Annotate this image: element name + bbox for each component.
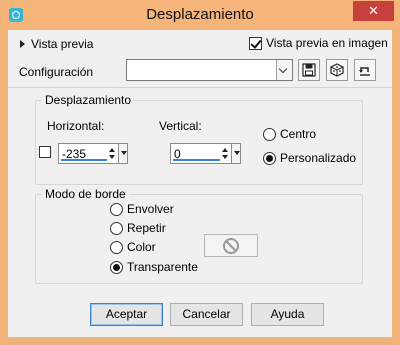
edge-option-label: Transparente (127, 260, 198, 274)
randomize-button[interactable] (326, 59, 348, 81)
link-checkbox[interactable] (39, 146, 51, 158)
radio-off-icon (263, 127, 276, 141)
edge-mode-group: Modo de borde (35, 187, 363, 284)
radio-off-icon (110, 202, 123, 216)
focus-underline (173, 159, 220, 161)
spin-up-down-icon[interactable] (109, 145, 118, 162)
preview-in-image-checkbox[interactable]: Vista previa en imagen (249, 36, 388, 50)
radio-center-label: Centro (280, 127, 317, 141)
horizontal-label: Horizontal: (47, 119, 105, 133)
slider-dropdown-icon[interactable] (231, 144, 240, 163)
spin-up-down-icon[interactable] (222, 145, 231, 162)
config-label: Configuración (19, 65, 94, 79)
dice-icon (330, 63, 344, 77)
vertical-label: Vertical: (159, 119, 202, 133)
radio-color[interactable]: Color (110, 240, 156, 254)
focus-underline (61, 159, 107, 161)
save-preset-button[interactable] (298, 59, 320, 81)
radio-on-icon (263, 151, 276, 165)
checkbox-checked-icon (249, 36, 262, 50)
no-color-icon (223, 237, 239, 254)
cancel-button[interactable]: Cancelar (170, 303, 243, 326)
window-title: Desplazamiento (146, 6, 254, 23)
edge-option-label: Repetir (127, 221, 166, 235)
offset-group-title: Desplazamiento (42, 93, 135, 107)
title-bar[interactable]: Desplazamiento ✕ (0, 0, 400, 30)
radio-off-icon (110, 221, 123, 235)
edge-color-swatch[interactable] (204, 234, 258, 257)
edge-option-label: Color (127, 240, 156, 254)
preview-in-image-label: Vista previa en imagen (266, 36, 388, 50)
edge-mode-group-title: Modo de borde (42, 187, 129, 201)
floppy-disk-icon (302, 63, 316, 77)
radio-off-icon (110, 240, 123, 254)
radio-transparente[interactable]: Transparente (110, 260, 198, 274)
separator (8, 87, 392, 88)
reset-arrow-icon (359, 67, 370, 76)
preview-toggle-label: Vista previa (31, 37, 94, 51)
radio-custom-label: Personalizado (280, 151, 357, 165)
dialog-window: Desplazamiento ✕ Vista previa Vista prev… (0, 0, 400, 345)
ok-button[interactable]: Aceptar (90, 303, 163, 326)
preview-toggle[interactable]: Vista previa (20, 36, 93, 52)
help-button[interactable]: Ayuda (251, 303, 324, 326)
slider-dropdown-icon[interactable] (118, 144, 127, 163)
dialog-body: Vista previa Vista previa en imagen Conf… (8, 30, 392, 337)
config-dropdown[interactable] (126, 59, 293, 81)
radio-center[interactable]: Centro (263, 127, 316, 141)
radio-repetir[interactable]: Repetir (110, 221, 166, 235)
reset-button[interactable] (354, 59, 376, 81)
radio-custom[interactable]: Personalizado (263, 151, 356, 165)
chevron-down-icon[interactable] (276, 60, 292, 80)
expand-triangle-icon (20, 40, 25, 48)
vertical-spinbox[interactable]: 0 (170, 143, 241, 164)
edge-option-label: Envolver (127, 202, 174, 216)
radio-on-icon (110, 260, 123, 274)
horizontal-spinbox[interactable]: -235 (58, 143, 128, 164)
radio-envolver[interactable]: Envolver (110, 202, 174, 216)
close-button[interactable]: ✕ (353, 1, 394, 21)
